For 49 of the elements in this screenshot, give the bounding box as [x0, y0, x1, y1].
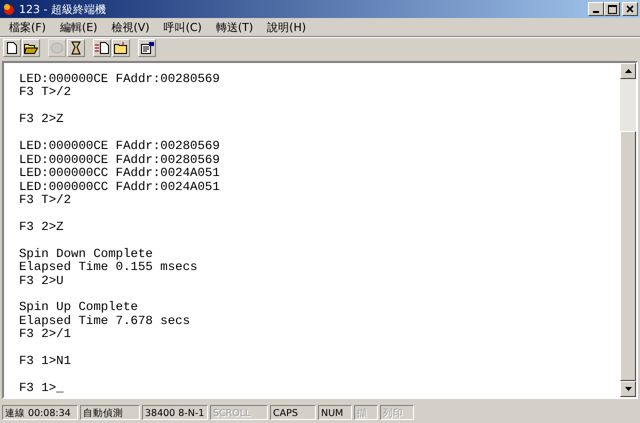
toolbar-button[interactable]	[3, 39, 21, 57]
terminal-line: F3 T>/2	[19, 192, 72, 207]
menu-item[interactable]: 說明(H)	[260, 18, 314, 36]
terminal-line: Elapsed Time 0.155 msecs	[19, 260, 198, 274]
close-button[interactable]	[622, 2, 638, 16]
terminal-line: Elapsed Time 7.678 secs	[19, 314, 190, 328]
terminal-line: F3 1>_	[19, 381, 64, 396]
maximize-button[interactable]	[604, 2, 620, 16]
send-page-icon	[95, 42, 109, 54]
terminal-line: LED:000000CE FAddr:00280569	[19, 139, 220, 154]
receive-folder-icon	[114, 42, 128, 54]
blank-page-icon	[7, 42, 17, 54]
status-panel: 連線 00:08:34	[2, 404, 78, 420]
terminal-line: LED:000000CE FAddr:00280569	[19, 72, 220, 86]
status-panel: NUM	[318, 404, 352, 420]
toolbar-button[interactable]	[22, 39, 40, 57]
menu-item[interactable]: 呼叫(C)	[156, 18, 209, 36]
terminal-line: F3 2>Z	[19, 220, 64, 234]
toolbar-button[interactable]	[112, 39, 130, 57]
folder-icon	[24, 42, 38, 54]
window-title: 123 - 超級終端機	[19, 2, 107, 16]
terminal-line: LED:000000CC FAddr:0024A051	[19, 166, 220, 180]
toolbar-button[interactable]	[93, 39, 111, 57]
toolbar-button[interactable]	[67, 39, 85, 57]
status-panel: CAPS	[270, 404, 316, 420]
toolbar-button[interactable]	[138, 39, 156, 57]
terminal-line: F3 2>Z	[19, 112, 64, 126]
close-icon	[626, 5, 634, 13]
properties-icon	[140, 42, 154, 54]
terminal-line: F3 2>/1	[19, 327, 72, 342]
app-icon	[2, 2, 16, 16]
menu-item[interactable]: 轉送(T)	[208, 18, 260, 36]
menu-item[interactable]: 編輯(E)	[52, 18, 104, 36]
terminal-line: LED:000000CE FAddr:00280569	[19, 152, 220, 167]
terminal-line: Spin Up Complete	[19, 300, 138, 314]
maximize-icon	[608, 4, 616, 14]
terminal-line: F3 2>U	[19, 274, 64, 288]
terminal-line: LED:000000CC FAddr:0024A051	[19, 180, 220, 194]
menu-item[interactable]: 檢視(V)	[104, 18, 157, 36]
status-panel: 38400 8-N-1	[142, 404, 208, 420]
status-panel: 自動偵測	[80, 404, 140, 420]
terminal-line: F3 1>N1	[19, 354, 72, 368]
terminal-line: F3 T>/2	[19, 85, 72, 100]
scroll-up-icon	[624, 69, 632, 73]
scroll-down-icon	[624, 387, 632, 391]
menu-item[interactable]: 檔案(F)	[2, 18, 53, 36]
vertical-scrollbar[interactable]	[620, 63, 636, 397]
minimize-button[interactable]	[588, 2, 604, 16]
terminal-line: Spin Down Complete	[19, 246, 153, 261]
